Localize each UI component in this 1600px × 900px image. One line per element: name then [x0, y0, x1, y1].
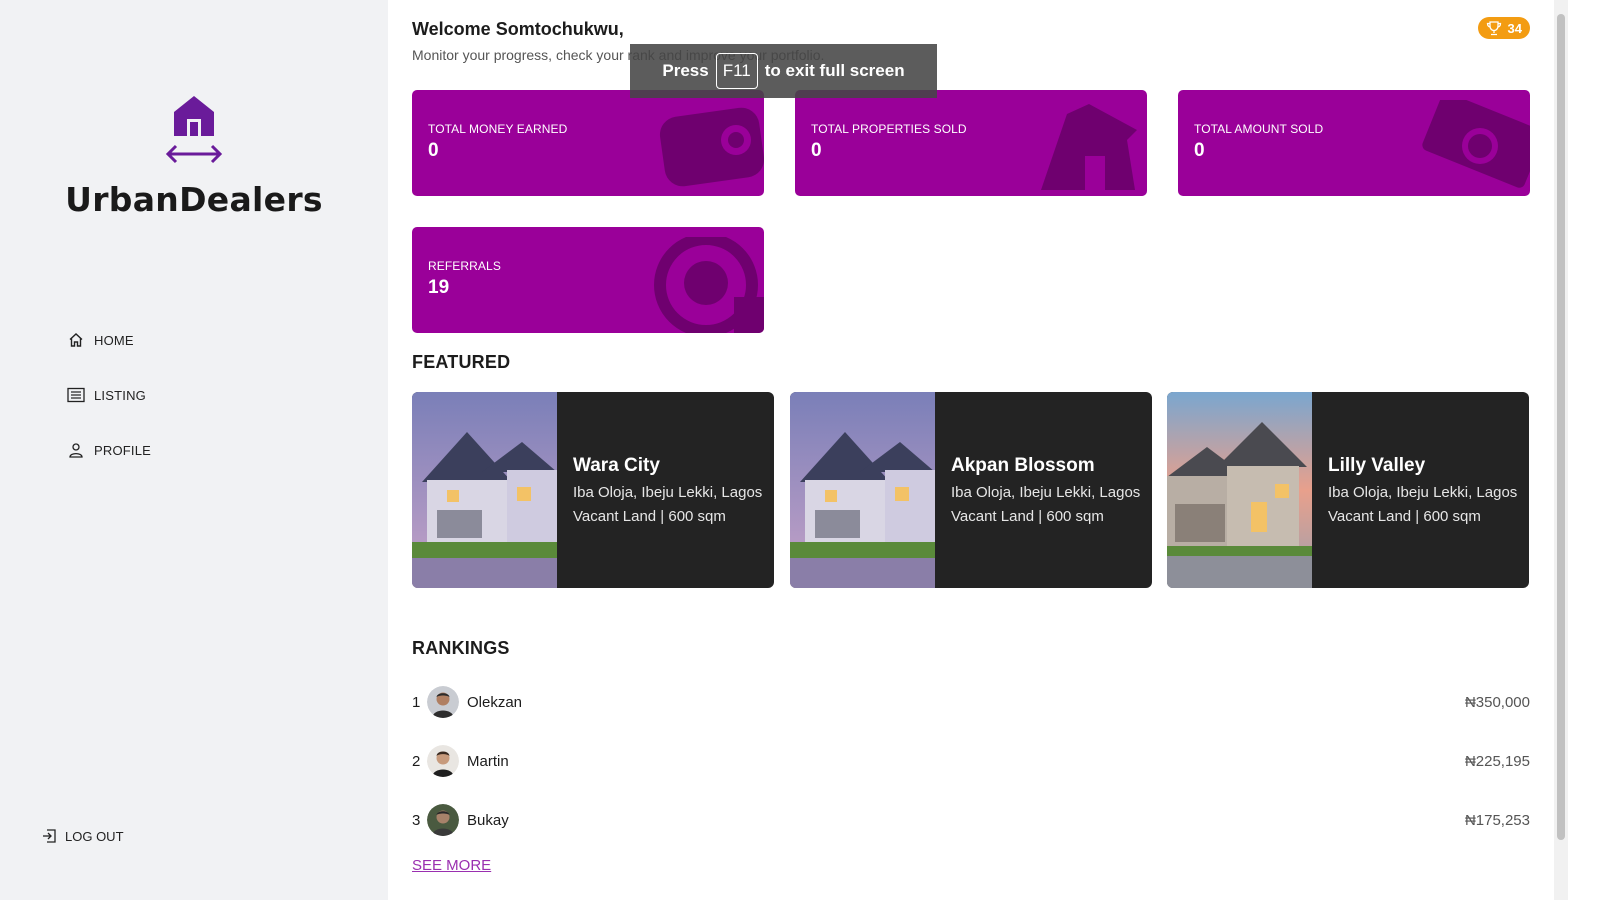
featured-info: Wara City Iba Oloja, Ibeju Lekki, Lagos … [573, 455, 762, 525]
brand-logo[interactable]: UrbanDealers [0, 92, 388, 219]
stat-value: 19 [428, 277, 450, 298]
fullscreen-toast: Press F11 to exit full screen [630, 44, 937, 98]
stat-card-referrals[interactable]: REFERRALS 19 [412, 227, 764, 333]
stat-label: TOTAL MONEY EARNED [428, 122, 568, 136]
property-location: Iba Oloja, Ibeju Lekki, Lagos [951, 484, 1141, 501]
featured-card-lilly-valley[interactable]: Lilly Valley Iba Oloja, Ibeju Lekki, Lag… [1167, 392, 1529, 588]
house-icon [1041, 104, 1137, 190]
rank-number: 3 [412, 811, 421, 829]
sidebar-item-home[interactable]: HOME [66, 326, 151, 354]
property-name: Wara City [573, 455, 660, 476]
stat-label: REFERRALS [428, 259, 501, 273]
stat-card-amount-sold[interactable]: TOTAL AMOUNT SOLD 0 [1178, 90, 1530, 196]
featured-card-wara-city[interactable]: Wara City Iba Oloja, Ibeju Lekki, Lagos … [412, 392, 774, 588]
house-photo [790, 392, 935, 588]
featured-title: FEATURED [412, 352, 511, 372]
property-meta: Vacant Land | 600 sqm [573, 508, 762, 525]
featured-info: Akpan Blossom Iba Oloja, Ibeju Lekki, La… [951, 455, 1140, 525]
target-icon [654, 237, 764, 333]
rank-amount: ₦175,253 [1464, 811, 1530, 829]
avatar [427, 686, 459, 718]
property-type: Vacant Land | [573, 508, 665, 525]
stat-value: 0 [1194, 140, 1205, 161]
user-icon [66, 440, 86, 460]
sidebar-item-profile[interactable]: PROFILE [66, 436, 151, 464]
rank-amount: ₦350,000 [1464, 693, 1530, 711]
house-photo [1167, 392, 1312, 588]
avatar [427, 804, 459, 836]
toast-key: F11 [715, 53, 758, 89]
property-name: Lilly Valley [1328, 455, 1426, 476]
sidebar-item-label: PROFILE [94, 442, 152, 458]
welcome-heading: Welcome Somtochukwu, [412, 19, 624, 39]
home-icon [66, 330, 86, 350]
rank-name: Martin [467, 752, 509, 770]
property-name: Akpan Blossom [951, 455, 1095, 476]
rank-name: Bukay [467, 811, 509, 829]
main-content: Welcome Somtochukwu, Monitor your progre… [412, 0, 1530, 900]
stat-value: 0 [811, 140, 822, 161]
sidebar-nav: HOME LISTING PROFILE [66, 326, 151, 491]
stat-card-properties-sold[interactable]: TOTAL PROPERTIES SOLD 0 [795, 90, 1147, 196]
sidebar: UrbanDealers HOME LISTING PROFILE LOG OU… [0, 0, 388, 900]
list-icon [66, 385, 86, 405]
ranking-row[interactable]: 1 Olekzan ₦350,000 [412, 685, 1530, 719]
rank-number: 1 [412, 693, 421, 711]
points-value: 34 [1507, 20, 1522, 36]
rank-amount: ₦225,195 [1464, 752, 1530, 770]
stat-value: 0 [428, 140, 439, 161]
property-size: 600 sqm [1423, 508, 1481, 525]
rankings-title: RANKINGS [412, 638, 510, 658]
property-location: Iba Oloja, Ibeju Lekki, Lagos [573, 484, 763, 501]
logout-label: LOG OUT [65, 828, 124, 844]
toast-post: to exit full screen [764, 61, 905, 80]
property-type: Vacant Land | [951, 508, 1043, 525]
house-photo [412, 392, 557, 588]
property-size: 600 sqm [1046, 508, 1104, 525]
toast-pre: Press [662, 61, 709, 80]
logout-icon [39, 826, 59, 846]
rank-name: Olekzan [467, 693, 523, 711]
avatar [427, 745, 459, 777]
sidebar-item-label: LISTING [94, 387, 146, 403]
house-arrows-icon [165, 96, 223, 164]
wallet-icon [659, 107, 764, 187]
money-bill-icon [1422, 100, 1530, 188]
sidebar-item-listing[interactable]: LISTING [66, 381, 151, 409]
property-meta: Vacant Land | 600 sqm [1328, 508, 1517, 525]
property-location: Iba Oloja, Ibeju Lekki, Lagos [1328, 484, 1518, 501]
featured-info: Lilly Valley Iba Oloja, Ibeju Lekki, Lag… [1328, 455, 1517, 525]
ranking-row[interactable]: 2 Martin ₦225,195 [412, 744, 1530, 778]
ranking-row[interactable]: 3 Bukay ₦175,253 [412, 803, 1530, 837]
property-type: Vacant Land | [1328, 508, 1420, 525]
scrollbar-thumb[interactable] [1557, 14, 1565, 840]
rank-number: 2 [412, 752, 421, 770]
points-badge[interactable]: 34 [1477, 17, 1530, 39]
featured-card-akpan-blossom[interactable]: Akpan Blossom Iba Oloja, Ibeju Lekki, La… [790, 392, 1152, 588]
stat-label: TOTAL PROPERTIES SOLD [811, 122, 967, 136]
property-meta: Vacant Land | 600 sqm [951, 508, 1140, 525]
logout-button[interactable]: LOG OUT [39, 826, 124, 846]
brand-name: UrbanDealers [65, 180, 323, 219]
page-scrollbar[interactable] [1554, 0, 1568, 900]
stat-label: TOTAL AMOUNT SOLD [1194, 122, 1324, 136]
sidebar-item-label: HOME [94, 332, 134, 348]
see-more-link[interactable]: SEE MORE [412, 857, 491, 874]
trophy-icon [1486, 21, 1501, 36]
property-size: 600 sqm [668, 508, 726, 525]
stat-card-money-earned[interactable]: TOTAL MONEY EARNED 0 [412, 90, 764, 196]
